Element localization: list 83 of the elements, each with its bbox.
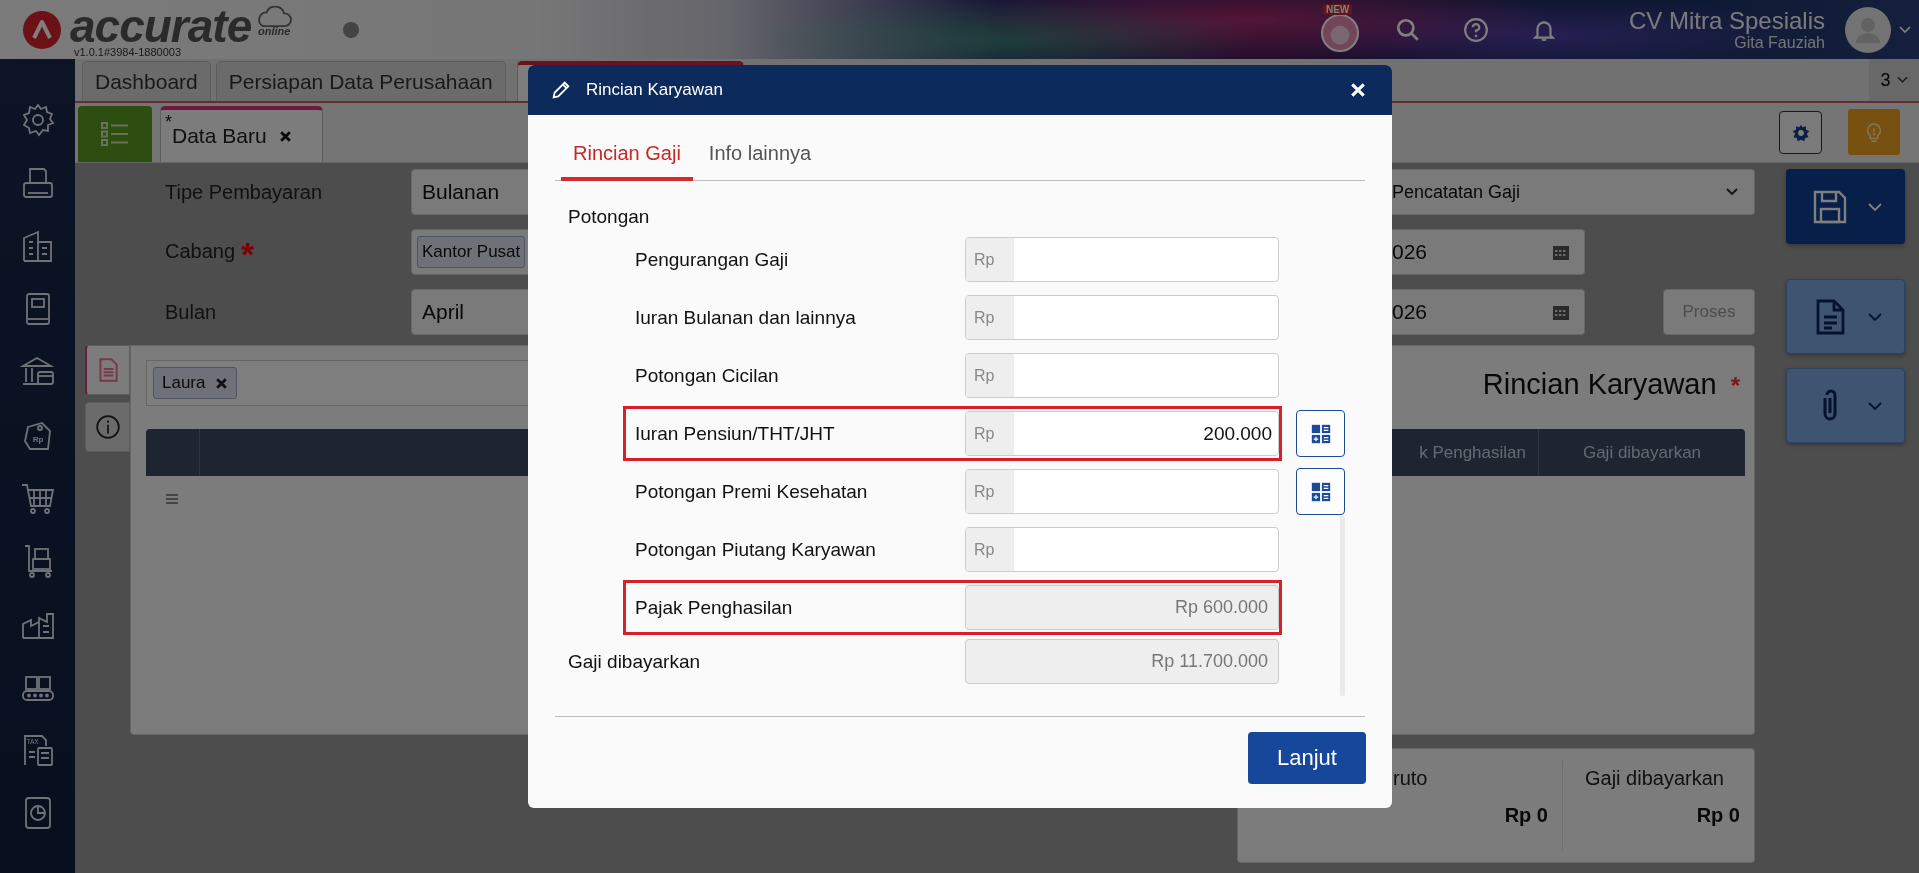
field-label: Iuran Pensiun/THT/JHT (635, 422, 836, 445)
currency-prefix: Rp (966, 238, 1014, 281)
user-avatar-icon[interactable] (1845, 6, 1891, 53)
total-label: Gaji dibayarkan (568, 650, 702, 673)
continue-button[interactable]: Lanjut (1248, 732, 1366, 784)
currency-prefix: Rp (966, 528, 1014, 571)
amount-field[interactable]: Rp (965, 353, 1279, 398)
amount-field[interactable]: Rp (965, 295, 1279, 340)
amount-field: Rp 600.000 (965, 585, 1279, 630)
info-tab[interactable] (85, 402, 130, 452)
calculator-button[interactable] (1296, 468, 1345, 515)
amount-field[interactable]: Rp (965, 237, 1279, 282)
currency-prefix: Rp (966, 470, 1014, 513)
caret-icon (1726, 188, 1738, 196)
date-field[interactable]: 026 (1392, 289, 1585, 335)
save-button[interactable] (1786, 169, 1905, 244)
document-button[interactable] (1786, 279, 1905, 354)
amount-field[interactable]: Rp 200.000 (965, 411, 1279, 456)
select-field[interactable]: Pencatatan Gaji (1392, 169, 1755, 215)
avatar-icon[interactable] (1320, 13, 1359, 52)
employee-chip: Laura (153, 367, 238, 399)
caret-icon (1867, 401, 1882, 410)
pencil-icon (550, 79, 572, 101)
section-title: Potongan (568, 206, 651, 228)
currency-prefix: Rp (966, 354, 1014, 397)
field-label: Tipe Pembayaran (165, 180, 324, 204)
page-tab[interactable]: Dashboard (82, 61, 211, 101)
cloud-icon (255, 6, 294, 28)
calendar-icon[interactable] (1552, 303, 1570, 321)
branch-chip: Kantor Pusat (417, 236, 526, 268)
company-name: CV Mitra Spesialis (1628, 7, 1825, 34)
logo-icon (22, 10, 62, 50)
remove-icon[interactable] (215, 376, 229, 390)
document-tab[interactable]: $^{*}$ Data Baru (160, 106, 323, 162)
amount-field[interactable]: Rp (965, 469, 1279, 514)
new-badge: NEW (1322, 3, 1353, 15)
field-label: Potongan Cicilan (635, 364, 780, 387)
panel-title: Rincian Karyawan * (1482, 367, 1740, 401)
dialog-tab[interactable]: Info lainnya (696, 130, 824, 181)
scrollbar[interactable] (1340, 516, 1345, 696)
field-label: Bulan (165, 300, 218, 324)
currency-prefix: Rp (966, 412, 1014, 455)
menu-icon[interactable] (165, 494, 179, 504)
date-field[interactable]: 026 (1392, 229, 1585, 275)
calculator-button[interactable] (1296, 410, 1345, 457)
dialog-title: Rincian Karyawan (586, 80, 723, 100)
summary-value: Rp 0 (1696, 804, 1740, 827)
user-name: Gita Fauziah (1734, 33, 1825, 52)
calculator-icon (1309, 480, 1332, 503)
summary-label: ruto (1393, 767, 1429, 790)
caret-icon (1896, 76, 1908, 84)
caret-icon (1867, 312, 1882, 321)
total-field: Rp 11.700.000 (965, 639, 1279, 684)
caret-icon[interactable] (1899, 25, 1911, 34)
tab-count-dropdown[interactable]: 3 (1869, 59, 1919, 101)
field-label: Pajak Penghasilan (635, 596, 794, 619)
brand-tagline: online (258, 25, 291, 37)
currency-prefix: Rp (966, 296, 1014, 339)
column-header[interactable]: Gaji dibayarkan (1539, 429, 1745, 476)
field-label: Potongan Premi Kesehatan (635, 480, 869, 503)
dialog-tab[interactable]: Rincian Gaji (561, 130, 693, 181)
version-text: v1.0.1#3984-1880003 (74, 46, 183, 58)
brand-wordmark: accurate (70, 4, 252, 48)
search-icon[interactable] (1394, 16, 1421, 43)
field-label: Iuran Bulanan dan lainnya (635, 306, 857, 329)
page-tab[interactable]: Persiapan Data Perusahaan (215, 61, 506, 101)
caret-icon (1867, 202, 1882, 211)
field-label: Pengurangan Gaji (635, 248, 790, 271)
summary-value: Rp 0 (1504, 804, 1548, 827)
info-icon (94, 414, 121, 440)
employee-field[interactable]: Laura (146, 360, 531, 406)
dot-icon (343, 22, 360, 38)
settings-button[interactable] (1779, 111, 1822, 154)
attachment-button[interactable] (1786, 368, 1905, 443)
calendar-icon[interactable] (1552, 243, 1570, 261)
help-icon[interactable] (1462, 16, 1489, 43)
amount-field[interactable]: Rp (965, 527, 1279, 572)
settings-icon (1790, 122, 1811, 143)
calculator-icon (1309, 422, 1332, 445)
summary-label: Gaji dibayarkan (1585, 767, 1725, 790)
field-label: Potongan Piutang Karyawan (635, 538, 877, 561)
document-tab[interactable] (85, 345, 130, 395)
list-icon (100, 121, 130, 147)
